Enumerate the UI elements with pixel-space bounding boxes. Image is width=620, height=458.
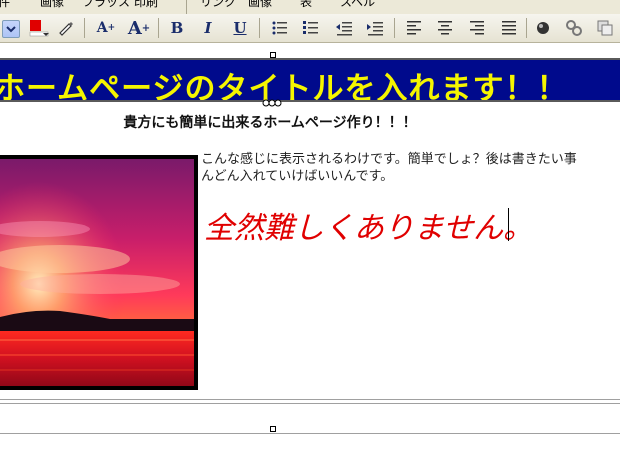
align-center-button[interactable]: [434, 17, 456, 39]
justify-button[interactable]: [498, 17, 520, 39]
numbered-list-icon: [303, 21, 318, 34]
indent-button[interactable]: [364, 17, 386, 39]
body-paragraph[interactable]: こんな感じに表示されるわけです。簡単でしょ？後は書きたい事 んどん入れていけばい…: [201, 151, 620, 185]
page-title: ホームページのタイトルを入れます！！: [0, 71, 569, 102]
toolbar-separator: [158, 18, 159, 38]
resize-handle[interactable]: [270, 426, 276, 432]
insert-object-button[interactable]: [532, 17, 554, 39]
insert-shape-button[interactable]: [563, 17, 585, 39]
bullet-list-icon: [272, 21, 287, 35]
font-size-up-large-icon: A: [127, 17, 142, 39]
menu-item-print[interactable]: 印刷: [134, 0, 158, 10]
table-resize-handle-icon[interactable]: [262, 99, 282, 107]
sunset-image-icon: [0, 159, 194, 386]
numbered-list-button[interactable]: [300, 17, 322, 39]
italic-button[interactable]: I: [197, 17, 219, 39]
page-subtitle: 貴方にも簡単に出来るホームページ作り！！！: [123, 115, 417, 131]
outdent-button[interactable]: [333, 17, 355, 39]
menu-item-class[interactable]: フラッス: [82, 0, 130, 10]
formatting-toolbar: A + A + B I U: [0, 14, 620, 43]
increase-font-large-button[interactable]: A +: [126, 17, 152, 39]
chevron-down-icon: [6, 26, 16, 33]
align-right-button[interactable]: [466, 17, 488, 39]
sphere-icon: [537, 22, 549, 34]
gears-icon: [566, 20, 582, 36]
text-color-button[interactable]: [27, 17, 51, 39]
text-cursor: [508, 208, 509, 241]
menu-item-image[interactable]: 画像: [248, 0, 272, 10]
divider: [0, 399, 620, 400]
emphasis-text[interactable]: 全然難しくありません。: [204, 203, 533, 247]
align-center-icon: [438, 21, 452, 35]
divider: [0, 433, 620, 434]
menu-item-table[interactable]: 表: [300, 0, 312, 10]
toolbar-separator: [259, 18, 260, 38]
outdent-icon: [336, 22, 352, 36]
divider: [0, 403, 620, 404]
sunset-photo[interactable]: [0, 155, 198, 390]
bullet-list-button[interactable]: [269, 17, 291, 39]
align-right-icon: [470, 21, 484, 35]
underline-button[interactable]: U: [229, 17, 251, 39]
align-left-icon: [407, 21, 421, 35]
menu-item-spell[interactable]: スペル: [340, 0, 375, 10]
style-dropdown-button[interactable]: [2, 20, 20, 38]
insert-layer-button[interactable]: [594, 17, 616, 39]
menu-item-edit[interactable]: 画像: [40, 0, 64, 10]
indent-icon: [367, 22, 383, 36]
font-size-up-icon: A: [96, 20, 108, 36]
title-banner: ホームページのタイトルを入れます！！: [0, 58, 620, 102]
layers-icon: [597, 20, 613, 36]
increase-font-button[interactable]: A +: [95, 17, 117, 39]
menu-separator: [186, 0, 187, 14]
toolbar-separator: [526, 18, 527, 38]
align-left-button[interactable]: [403, 17, 425, 39]
body-line: こんな感じに表示されるわけです。簡単でしょ？後は書きたい事: [201, 152, 577, 167]
toolbar-separator: [84, 18, 85, 38]
text-color-icon: [29, 20, 49, 37]
pencil-icon: [59, 22, 73, 36]
menu-item-file[interactable]: 件: [0, 0, 10, 10]
editor-canvas[interactable]: ホームページのタイトルを入れます！！ 貴方にも簡単に出来るホームページ作り！！！: [0, 43, 620, 458]
menu-bar: 件 画像 フラッス 印刷 リンク 画像 表 スペル: [0, 0, 620, 14]
body-line: んどん入れていけばいいんです。: [201, 169, 394, 184]
justify-icon: [502, 21, 516, 35]
bold-button[interactable]: B: [166, 17, 188, 39]
menu-item-link[interactable]: リンク: [200, 0, 236, 10]
toolbar-separator: [394, 18, 395, 38]
highlight-button[interactable]: [55, 17, 77, 39]
